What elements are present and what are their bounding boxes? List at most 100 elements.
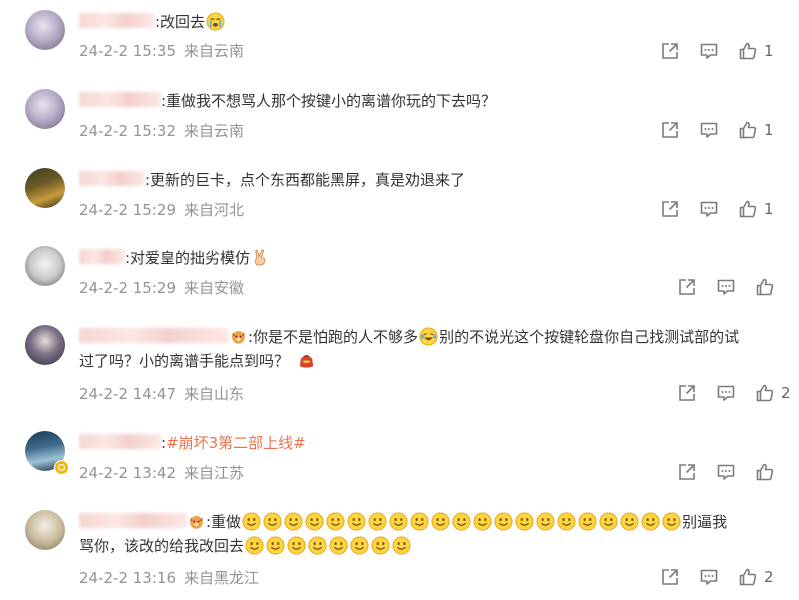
username[interactable] (79, 249, 125, 264)
crying-face-icon (206, 12, 225, 31)
comment-icon[interactable] (699, 567, 719, 587)
comment-content: :改回去 (155, 13, 206, 31)
like-button[interactable]: 2 (755, 383, 791, 403)
like-button[interactable]: 2 (738, 567, 774, 587)
like-button[interactable] (755, 462, 775, 482)
comment-location: 来自山东 (184, 385, 245, 403)
comment-content: 过了吗？小的离谱手能点到吗？ (79, 352, 290, 370)
emoji-icon (188, 513, 205, 530)
comment-meta: 24-2-2 13:16 来自黑龙江 (79, 567, 259, 588)
smiley-icon (266, 536, 285, 555)
avatar[interactable] (25, 168, 65, 208)
share-icon[interactable] (677, 277, 697, 297)
username[interactable] (79, 434, 161, 449)
like-count: 1 (764, 200, 774, 218)
share-icon[interactable] (677, 462, 697, 482)
thumbs-up-icon (738, 567, 758, 587)
avatar[interactable] (25, 10, 65, 50)
comment-text: :你是不是怕跑的人不够多 别的不说光这个按键轮盘你自己找测试部的试 (79, 325, 769, 349)
smiley-icon (452, 512, 471, 531)
comment-meta: 24-2-2 15:32 来自云南 (79, 120, 244, 141)
comment-content: 骂你，该改的给我改回去 (79, 537, 245, 555)
smiley-icon (371, 536, 390, 555)
smiley-icon (284, 512, 303, 531)
smiley-icon (662, 512, 681, 531)
smiley-icon (536, 512, 555, 531)
comment-actions: 1 (660, 120, 799, 140)
smiley-icon (578, 512, 597, 531)
topic-tag-link[interactable]: #崩坏3第二部上线# (166, 434, 306, 452)
comment-meta: 24-2-2 13:42 来自江苏 (79, 462, 244, 483)
comment-actions (677, 462, 777, 482)
username[interactable] (79, 92, 161, 107)
smiley-icon (641, 512, 660, 531)
comment-text: :重做我不想骂人那个按键小的离谱你玩的下去吗？ (79, 89, 769, 113)
avatar[interactable] (25, 246, 65, 286)
comment-location: 来自云南 (184, 42, 245, 60)
smiley-icon (557, 512, 576, 531)
like-button[interactable] (755, 277, 775, 297)
comment-content: :你是不是怕跑的人不够多 (248, 328, 419, 346)
smiley-icon (350, 536, 369, 555)
comment-feed: :改回去 24-2-2 15:35 来自云南 1 :重做我不想骂人那个按键小的离谱… (0, 0, 799, 600)
comment-icon[interactable] (699, 41, 719, 61)
like-count: 1 (764, 42, 774, 60)
username[interactable] (79, 328, 229, 343)
comment-icon[interactable] (716, 277, 736, 297)
comment-icon[interactable] (716, 462, 736, 482)
like-button[interactable]: 1 (738, 41, 774, 61)
thumbs-up-icon (755, 277, 775, 297)
comment-text: :重做 别逼我 (79, 510, 769, 534)
like-button[interactable]: 1 (738, 199, 774, 219)
victory-hand-icon (251, 248, 270, 267)
like-count: 1 (764, 121, 774, 139)
comment-text-continued: 过了吗？小的离谱手能点到吗？ (79, 349, 769, 373)
smiley-icon (263, 512, 282, 531)
like-button[interactable]: 1 (738, 120, 774, 140)
comment-location: 来自云南 (184, 122, 245, 140)
comment-content: :对爱皇的拙劣模仿 (125, 249, 251, 267)
comment-meta: 24-2-2 15:29 来自河北 (79, 199, 244, 220)
comment-content: 别逼我 (682, 513, 728, 531)
thumbs-up-icon (738, 199, 758, 219)
comment-actions: 2 (660, 567, 799, 587)
share-icon[interactable] (660, 199, 680, 219)
username[interactable] (79, 171, 145, 186)
comment-location: 来自河北 (184, 201, 245, 219)
share-icon[interactable] (660, 41, 680, 61)
avatar[interactable] (25, 325, 65, 365)
username[interactable] (79, 513, 187, 528)
like-count: 2 (781, 384, 791, 402)
red-bag-icon (297, 351, 316, 370)
share-icon[interactable] (677, 383, 697, 403)
smiley-icon (431, 512, 450, 531)
smiley-icon (599, 512, 618, 531)
comment-actions: 1 (660, 199, 799, 219)
smiley-icon (245, 536, 264, 555)
comment-icon[interactable] (716, 383, 736, 403)
comment-meta: 24-2-2 15:29 来自安徽 (79, 277, 244, 298)
comment-time: 24-2-2 15:29 (79, 201, 176, 219)
comment-content: 别的不说光这个按键轮盘你自己找测试部的试 (439, 328, 740, 346)
smiley-icon (305, 512, 324, 531)
thumbs-up-icon (738, 120, 758, 140)
smiley-icon (287, 536, 306, 555)
smiley-icon (410, 512, 429, 531)
comment-content: :更新的巨卡，点个东西都能黑屏，真是劝退来了 (145, 171, 466, 189)
comment-location: 来自安徽 (184, 279, 245, 297)
comment-time: 24-2-2 13:42 (79, 464, 176, 482)
avatar[interactable] (25, 89, 65, 129)
comment-icon[interactable] (699, 120, 719, 140)
smiley-icon (368, 512, 387, 531)
laughing-crying-face-icon (419, 327, 438, 346)
comment-location: 来自黑龙江 (184, 569, 260, 587)
share-icon[interactable] (660, 567, 680, 587)
thumbs-up-icon (755, 383, 775, 403)
username[interactable] (79, 13, 155, 28)
smiley-icon (326, 512, 345, 531)
smiley-icon (620, 512, 639, 531)
comment-icon[interactable] (699, 199, 719, 219)
avatar[interactable] (25, 510, 65, 550)
comment-actions: 1 (660, 41, 799, 61)
share-icon[interactable] (660, 120, 680, 140)
